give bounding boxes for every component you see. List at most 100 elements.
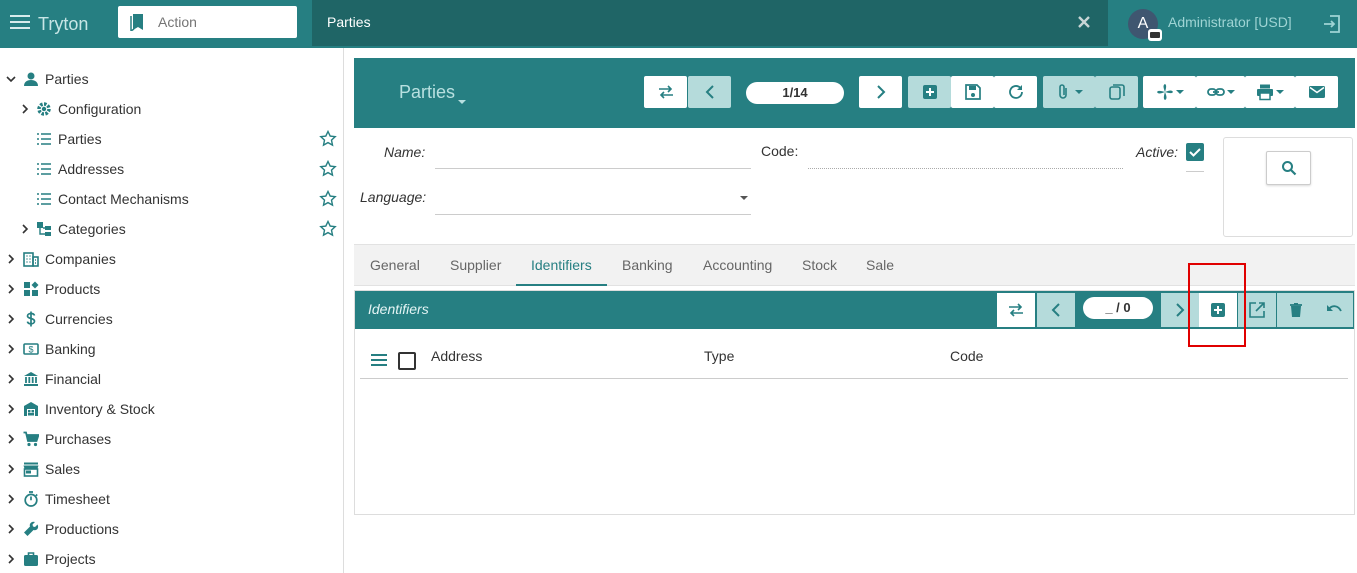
logout-icon[interactable] bbox=[1322, 14, 1342, 34]
banking-icon: $ bbox=[23, 343, 39, 355]
briefcase-icon bbox=[24, 552, 38, 566]
sidebar-item-productions[interactable]: Productions bbox=[0, 514, 343, 544]
gear-icon bbox=[37, 102, 51, 116]
chevron-right-icon[interactable] bbox=[6, 433, 16, 445]
user-name[interactable]: Administrator [USD] bbox=[1168, 14, 1292, 30]
star-icon[interactable] bbox=[319, 130, 337, 148]
action-search-box[interactable] bbox=[118, 6, 297, 38]
warehouse-icon bbox=[24, 402, 38, 416]
actions-button[interactable] bbox=[1143, 76, 1196, 108]
active-label: Active: bbox=[1136, 144, 1179, 160]
name-field[interactable] bbox=[435, 136, 751, 168]
list-icon bbox=[37, 193, 51, 205]
tree-icon bbox=[37, 222, 51, 236]
column-menu-icon[interactable] bbox=[371, 354, 387, 366]
tab-sale[interactable]: Sale bbox=[866, 257, 894, 273]
chevron-right-icon[interactable] bbox=[6, 253, 16, 265]
chevron-down-icon[interactable] bbox=[6, 73, 16, 85]
name-field-underline bbox=[435, 168, 751, 169]
star-icon[interactable] bbox=[319, 160, 337, 178]
sidebar-item-timesheet[interactable]: Timesheet bbox=[0, 484, 343, 514]
sidebar-item-label: Currencies bbox=[45, 311, 113, 327]
bank-icon bbox=[24, 372, 38, 386]
sidebar-item-parties[interactable]: Parties bbox=[0, 64, 343, 94]
sidebar-item-companies[interactable]: Companies bbox=[0, 244, 343, 274]
sidebar-item-currencies[interactable]: Currencies bbox=[0, 304, 343, 334]
chevron-right-icon[interactable] bbox=[6, 313, 16, 325]
trash-icon bbox=[1290, 303, 1302, 317]
tab-banking[interactable]: Banking bbox=[622, 257, 673, 273]
sidebar-item-label: Inventory & Stock bbox=[45, 401, 155, 417]
switch-view-button[interactable] bbox=[997, 293, 1035, 327]
sidebar-item-parties-list[interactable]: Parties bbox=[0, 124, 343, 154]
tab-supplier[interactable]: Supplier bbox=[450, 257, 501, 273]
identifiers-toolbar: Identifiers _ / 0 bbox=[355, 263, 1354, 347]
select-all-checkbox[interactable] bbox=[398, 352, 416, 370]
hamburger-menu-icon[interactable] bbox=[10, 15, 30, 33]
chevron-right-icon[interactable] bbox=[6, 463, 16, 475]
active-checkbox[interactable] bbox=[1186, 143, 1204, 161]
chevron-right-icon[interactable] bbox=[6, 553, 16, 565]
copy-icon bbox=[1108, 84, 1125, 100]
sidebar-item-banking[interactable]: $ Banking bbox=[0, 334, 343, 364]
reload-button[interactable] bbox=[994, 76, 1037, 108]
chevron-right-icon[interactable] bbox=[6, 493, 16, 505]
language-underline bbox=[435, 214, 751, 215]
close-icon[interactable] bbox=[1076, 14, 1092, 30]
tab-identifiers[interactable]: Identifiers bbox=[531, 257, 592, 273]
star-icon[interactable] bbox=[319, 220, 337, 238]
next-record-button[interactable] bbox=[859, 76, 902, 108]
app-brand[interactable]: Tryton bbox=[38, 14, 88, 35]
form-view: Parties 1/14 Name: Code: Active: Languag… bbox=[354, 58, 1355, 573]
save-button[interactable] bbox=[951, 76, 994, 108]
sidebar-item-label: Projects bbox=[45, 551, 96, 567]
tab-general[interactable]: General bbox=[370, 257, 420, 273]
avatar[interactable]: A bbox=[1128, 9, 1162, 41]
sidebar-item-categories[interactable]: Categories bbox=[0, 214, 343, 244]
sidebar-item-products[interactable]: Products bbox=[0, 274, 343, 304]
previous-record-button[interactable] bbox=[688, 76, 731, 108]
chevron-right-icon[interactable] bbox=[20, 223, 30, 235]
sidebar-item-label: Companies bbox=[45, 251, 116, 267]
chevron-right-icon[interactable] bbox=[6, 523, 16, 535]
chevron-right-icon[interactable] bbox=[6, 373, 16, 385]
column-code[interactable]: Code bbox=[950, 348, 983, 364]
chevron-right-icon[interactable] bbox=[20, 103, 30, 115]
sidebar-item-addresses[interactable]: Addresses bbox=[0, 154, 343, 184]
language-select[interactable] bbox=[435, 182, 751, 214]
column-type[interactable]: Type bbox=[704, 348, 734, 364]
relate-button[interactable] bbox=[1196, 76, 1245, 108]
delete-identifier-button[interactable] bbox=[1277, 293, 1315, 327]
switch-view-button[interactable] bbox=[644, 76, 687, 108]
sidebar-item-purchases[interactable]: Purchases bbox=[0, 424, 343, 454]
sidebar-item-contact-mechanisms[interactable]: Contact Mechanisms bbox=[0, 184, 343, 214]
column-address[interactable]: Address bbox=[431, 348, 482, 364]
sidebar-item-configuration[interactable]: Configuration bbox=[0, 94, 343, 124]
tab-label: Parties bbox=[327, 14, 371, 30]
form-title-menu[interactable]: Parties bbox=[399, 82, 467, 104]
sidebar-item-projects[interactable]: Projects bbox=[0, 544, 343, 573]
chevron-right-icon[interactable] bbox=[6, 283, 16, 295]
attachment-button[interactable] bbox=[1043, 76, 1095, 108]
sidebar-item-sales[interactable]: Sales bbox=[0, 454, 343, 484]
bookmark-icon[interactable] bbox=[130, 13, 146, 31]
sidebar-item-label: Contact Mechanisms bbox=[58, 191, 189, 207]
tab-stock[interactable]: Stock bbox=[802, 257, 837, 273]
previous-record-button[interactable] bbox=[1037, 293, 1075, 327]
notes-button[interactable] bbox=[1095, 76, 1138, 108]
chevron-right-icon[interactable] bbox=[6, 343, 16, 355]
pinwheel-icon bbox=[1156, 84, 1173, 100]
action-search-input[interactable] bbox=[158, 11, 288, 33]
chevron-right-icon[interactable] bbox=[6, 403, 16, 415]
tab-parties[interactable]: Parties bbox=[312, 0, 1108, 46]
sidebar-item-inventory-stock[interactable]: Inventory & Stock bbox=[0, 394, 343, 424]
star-icon[interactable] bbox=[319, 190, 337, 208]
sidebar-item-financial[interactable]: Financial bbox=[0, 364, 343, 394]
undo-button[interactable] bbox=[1315, 293, 1353, 327]
tab-accounting[interactable]: Accounting bbox=[703, 257, 772, 273]
new-record-button[interactable] bbox=[908, 76, 951, 108]
email-button[interactable] bbox=[1295, 76, 1338, 108]
code-field[interactable] bbox=[808, 136, 1123, 168]
print-button[interactable] bbox=[1245, 76, 1295, 108]
search-button[interactable] bbox=[1266, 151, 1311, 185]
